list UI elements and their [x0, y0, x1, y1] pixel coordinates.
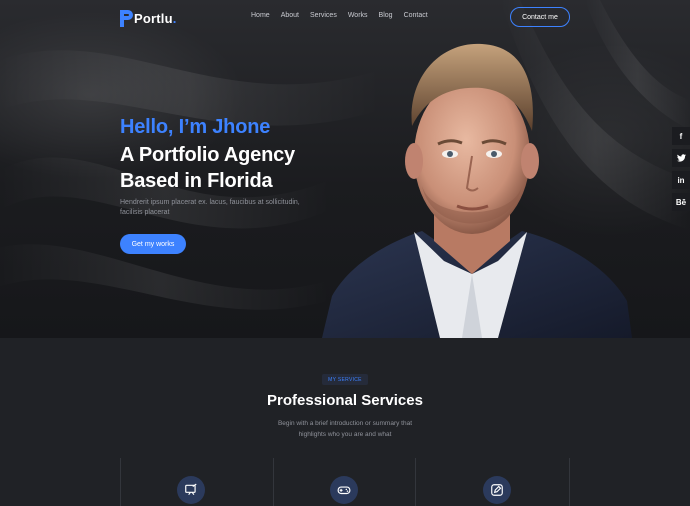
hero-section: Portlu . Home About Services Works Blog … — [0, 0, 690, 338]
nav-link-home[interactable]: Home — [251, 12, 270, 19]
service-card-divider — [273, 458, 274, 506]
facebook-icon[interactable]: f — [672, 127, 690, 145]
nav-link-contact[interactable]: Contact — [404, 12, 428, 19]
services-subtitle-line1: Begin with a brief introduction or summa… — [277, 420, 413, 427]
nav-links: Home About Services Works Blog Contact — [251, 12, 439, 19]
services-subtitle: Begin with a brief introduction or summa… — [265, 418, 425, 440]
hero-portrait — [322, 43, 632, 338]
hero-headline-line2: Based in Florida — [120, 170, 273, 192]
hero-description: Hendrerit ipsum placerat ex. lacus, fauc… — [120, 199, 300, 216]
logo-text: Portlu — [134, 10, 173, 26]
edit-glyph — [491, 484, 503, 496]
design-board-glyph — [185, 483, 197, 496]
nav-link-about[interactable]: About — [281, 12, 299, 19]
services-title: Professional Services — [267, 392, 423, 409]
services-subtitle-line2: highlights who you are and what — [298, 431, 392, 438]
edit-icon[interactable] — [483, 476, 511, 504]
services-section: MY SERVICE Professional Services Begin w… — [0, 338, 690, 506]
contact-me-button[interactable]: Contact me — [510, 7, 570, 27]
hero-headline-line1: A Portfolio Agency — [120, 144, 295, 166]
service-card-divider — [415, 458, 416, 506]
gamepad-icon[interactable] — [330, 476, 358, 504]
twitter-bird-icon — [676, 154, 686, 162]
logo-dot: . — [172, 10, 177, 26]
nav-link-services[interactable]: Services — [310, 12, 337, 19]
service-card-divider — [569, 458, 570, 506]
hero-headline: A Portfolio Agency Based in Florida — [120, 142, 330, 194]
get-my-works-button[interactable]: Get my works — [120, 234, 186, 254]
service-card-divider — [120, 458, 121, 506]
nav-link-blog[interactable]: Blog — [379, 12, 393, 19]
services-badge: MY SERVICE — [322, 374, 368, 385]
hero-greeting: Hello, I’m Jhone — [120, 116, 271, 138]
gamepad-glyph — [337, 486, 351, 495]
linkedin-icon[interactable]: in — [672, 171, 690, 189]
logo-mark-icon — [120, 9, 133, 27]
design-board-icon[interactable] — [177, 476, 205, 504]
social-sidebar: f in Bē — [672, 127, 690, 215]
page: Portlu . Home About Services Works Blog … — [0, 0, 690, 506]
nav-link-works[interactable]: Works — [348, 12, 368, 19]
behance-icon[interactable]: Bē — [672, 193, 690, 211]
twitter-icon[interactable] — [672, 149, 690, 167]
logo[interactable]: Portlu . — [120, 8, 176, 28]
top-nav: Portlu . Home About Services Works Blog … — [0, 0, 690, 34]
